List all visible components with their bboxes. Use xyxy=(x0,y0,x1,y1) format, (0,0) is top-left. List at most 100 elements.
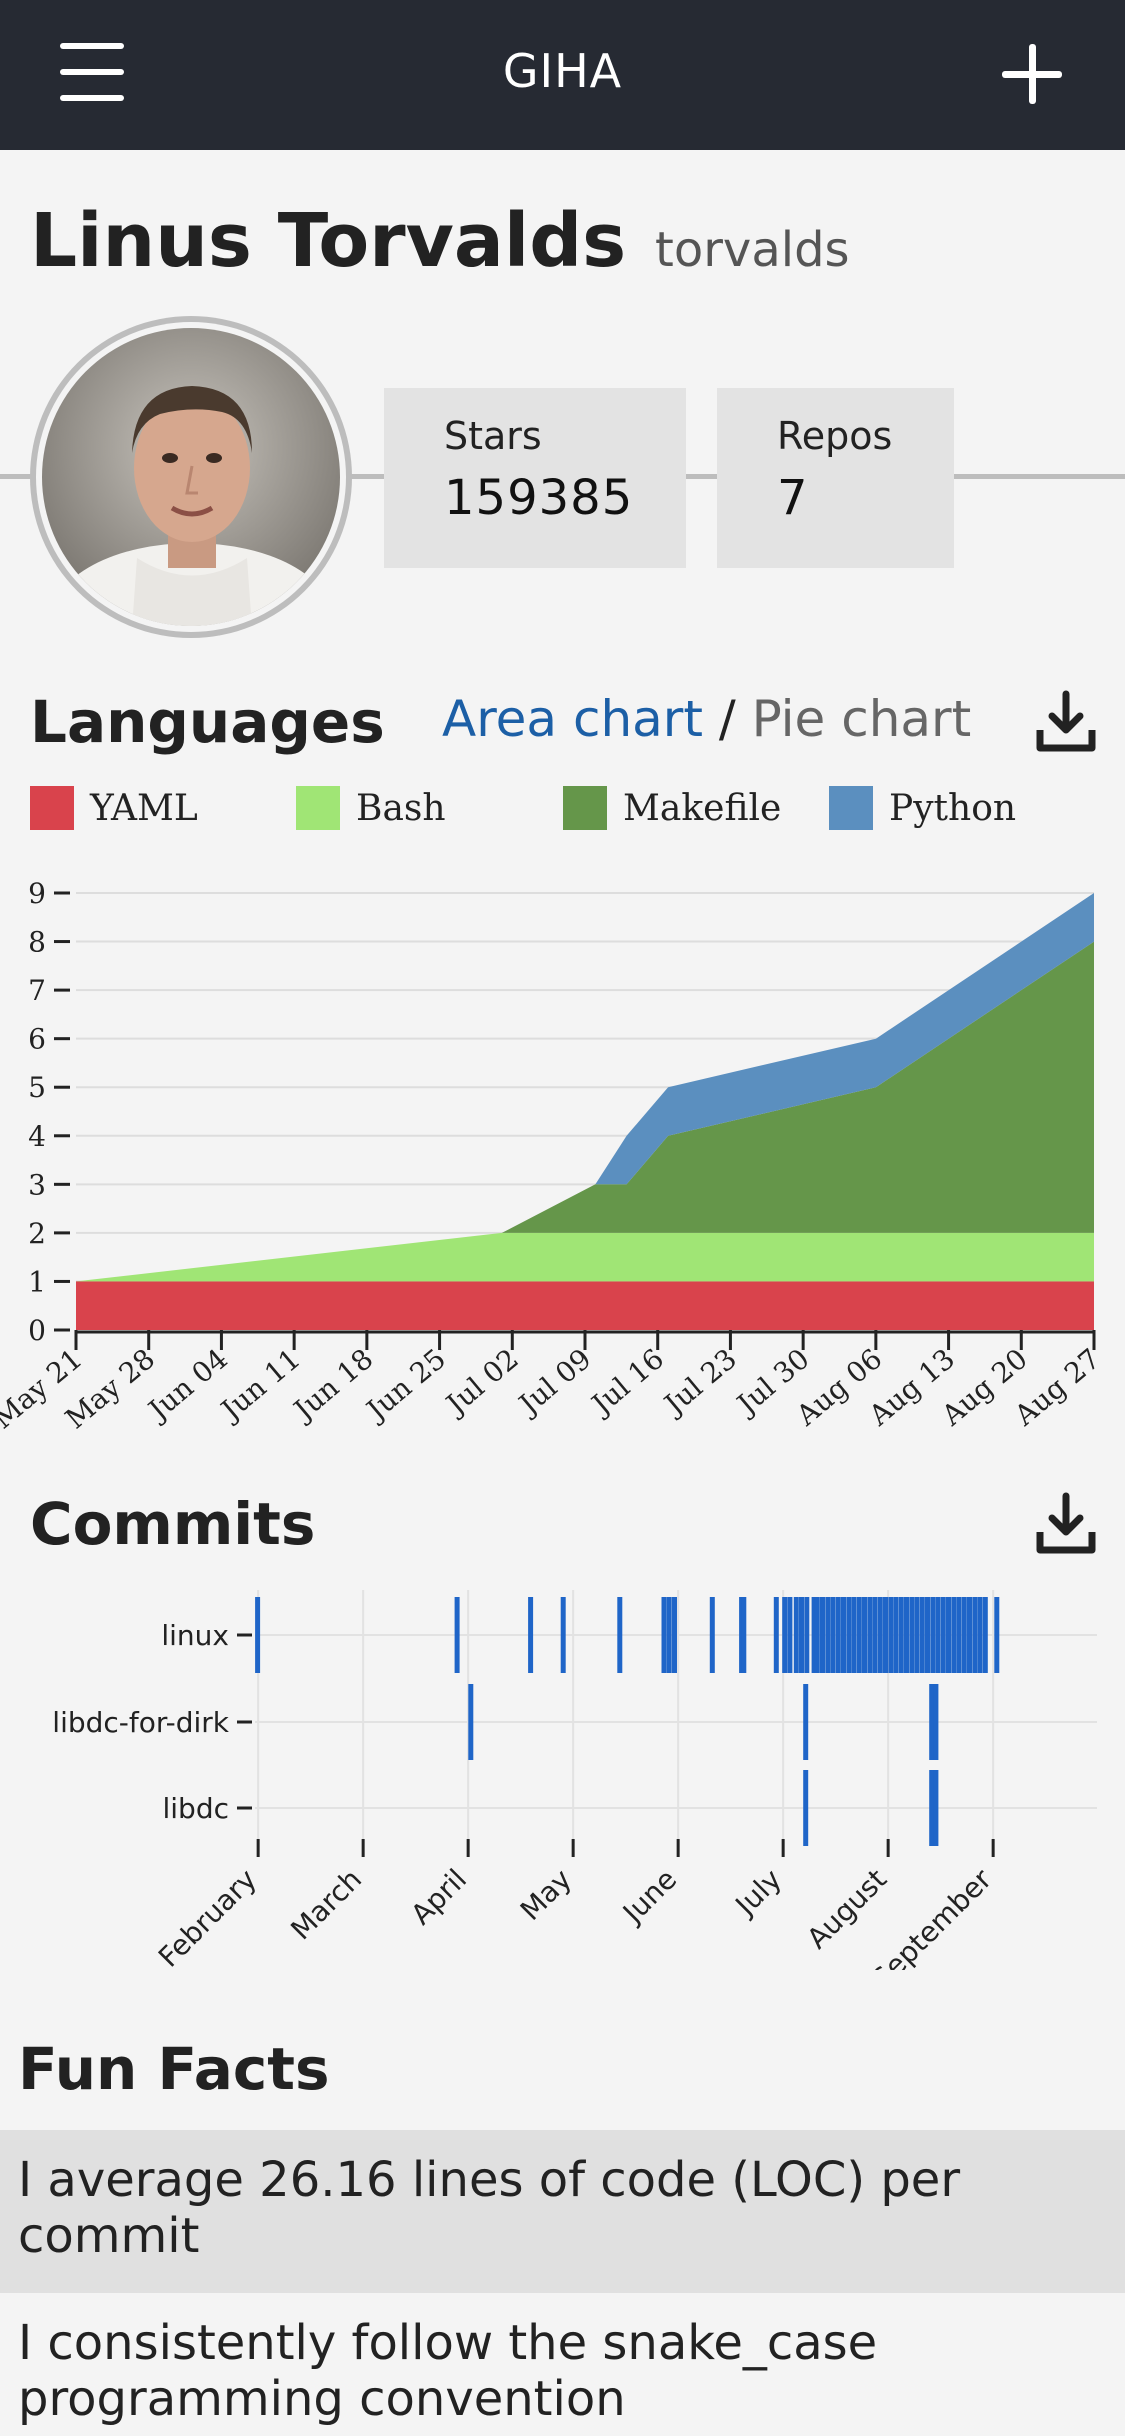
legend-label: Python xyxy=(889,787,1017,829)
legend-item-bash: Bash xyxy=(296,786,446,830)
y-tick-label: 3 xyxy=(28,1168,46,1201)
fun-fact-item: I average 26.16 lines of code (LOC) per … xyxy=(0,2130,1125,2293)
commit-mark xyxy=(773,1597,779,1673)
area-yaml xyxy=(76,1281,1094,1330)
commit-mark xyxy=(930,1597,936,1673)
commit-mark xyxy=(919,1597,925,1673)
commit-mark xyxy=(560,1597,566,1673)
stars-stat: Stars 159385 xyxy=(384,388,686,568)
commit-mark xyxy=(851,1597,857,1673)
commit-mark xyxy=(914,1597,920,1673)
commit-mark xyxy=(825,1597,831,1673)
y-tick-label: 7 xyxy=(28,974,46,1007)
commit-mark xyxy=(856,1597,862,1673)
commit-mark xyxy=(877,1597,883,1673)
x-tick-label: April xyxy=(405,1863,474,1932)
profile-name: Linus Torvalds xyxy=(30,198,627,284)
commit-mark xyxy=(935,1597,941,1673)
commit-mark xyxy=(909,1597,915,1673)
commit-mark xyxy=(967,1597,972,1673)
commit-mark xyxy=(846,1597,852,1673)
x-tick-label: Jul 16 xyxy=(583,1342,670,1422)
repos-label: Repos xyxy=(777,414,893,458)
area-makefile xyxy=(76,941,1094,1282)
legend-label: Makefile xyxy=(623,787,782,829)
legend-item-yaml: YAML xyxy=(30,786,198,830)
download-icon[interactable] xyxy=(1034,1492,1098,1556)
commit-mark xyxy=(830,1597,836,1673)
commit-mark xyxy=(862,1597,867,1673)
fun-facts-header: Fun Facts xyxy=(0,2015,1125,2130)
commit-mark xyxy=(883,1597,888,1673)
row-label: libdc xyxy=(163,1792,230,1825)
x-tick-label: Jun 04 xyxy=(140,1342,234,1428)
commit-mark xyxy=(803,1770,809,1846)
languages-legend: YAML Bash Makefile Python xyxy=(30,786,1110,832)
app-title: GIHA xyxy=(502,44,623,98)
fun-facts-title: Fun Facts xyxy=(18,2035,330,2103)
area-bash xyxy=(76,1232,1094,1282)
commit-mark xyxy=(898,1597,904,1673)
repos-value: 7 xyxy=(777,470,809,526)
y-tick-label: 5 xyxy=(28,1071,46,1104)
x-tick-label: June xyxy=(615,1863,683,1931)
y-tick-label: 6 xyxy=(28,1023,46,1056)
legend-swatch xyxy=(296,786,340,830)
x-tick-label: Jul 02 xyxy=(438,1342,525,1422)
commit-mark xyxy=(799,1597,804,1673)
repos-stat: Repos 7 xyxy=(717,388,954,568)
commit-mark xyxy=(741,1597,747,1673)
commit-mark xyxy=(933,1684,939,1760)
languages-area-chart: 0123456789May 21May 28Jun 04Jun 11Jun 18… xyxy=(0,877,1106,1435)
download-icon[interactable] xyxy=(1034,690,1098,754)
legend-label: Bash xyxy=(356,787,446,829)
commit-mark xyxy=(255,1597,261,1673)
commit-mark xyxy=(933,1770,939,1846)
commit-mark xyxy=(904,1597,909,1673)
area-chart-link[interactable]: Area chart xyxy=(442,690,703,748)
commit-mark xyxy=(835,1597,841,1673)
legend-swatch xyxy=(30,786,74,830)
y-tick-label: 8 xyxy=(28,926,46,959)
x-tick-label: May xyxy=(514,1863,578,1927)
stars-label: Stars xyxy=(444,414,542,458)
commit-mark xyxy=(893,1597,899,1673)
commit-mark xyxy=(925,1597,930,1673)
commit-mark xyxy=(804,1597,810,1673)
legend-item-makefile: Makefile xyxy=(563,786,781,830)
legend-label: YAML xyxy=(90,787,198,829)
commit-mark xyxy=(951,1597,957,1673)
x-tick-label: August xyxy=(800,1863,893,1956)
avatar xyxy=(30,316,352,638)
commit-mark xyxy=(528,1597,534,1673)
y-tick-label: 0 xyxy=(28,1314,46,1347)
commit-mark xyxy=(814,1597,820,1673)
x-tick-label: Jul 09 xyxy=(511,1342,598,1422)
commit-mark xyxy=(666,1597,672,1673)
commit-mark xyxy=(961,1597,967,1673)
commit-mark xyxy=(994,1597,1000,1673)
commit-mark xyxy=(867,1597,873,1673)
profile-login: torvalds xyxy=(655,222,850,278)
x-tick-label: Jun 18 xyxy=(286,1342,380,1428)
row-label: linux xyxy=(161,1619,229,1652)
pie-chart-link[interactable]: Pie chart xyxy=(752,690,972,748)
commit-mark xyxy=(709,1597,715,1673)
x-tick-label: February xyxy=(152,1863,263,1970)
stars-value: 159385 xyxy=(444,470,634,526)
top-bar: GIHA xyxy=(0,0,1125,150)
legend-item-python: Python xyxy=(829,786,1016,830)
languages-title: Languages xyxy=(30,688,385,756)
plus-icon[interactable] xyxy=(1002,44,1062,104)
commit-mark xyxy=(888,1597,894,1673)
x-tick-label: Jul 23 xyxy=(656,1342,743,1422)
x-tick-label: Jun 25 xyxy=(358,1342,452,1428)
chart-type-switcher: Area chart / Pie chart xyxy=(442,690,971,748)
y-tick-label: 4 xyxy=(28,1120,46,1153)
commit-mark xyxy=(982,1597,988,1673)
legend-swatch xyxy=(563,786,607,830)
commit-mark xyxy=(782,1597,788,1673)
commit-mark xyxy=(793,1597,799,1673)
y-tick-label: 1 xyxy=(28,1265,46,1298)
commit-mark xyxy=(661,1597,667,1673)
